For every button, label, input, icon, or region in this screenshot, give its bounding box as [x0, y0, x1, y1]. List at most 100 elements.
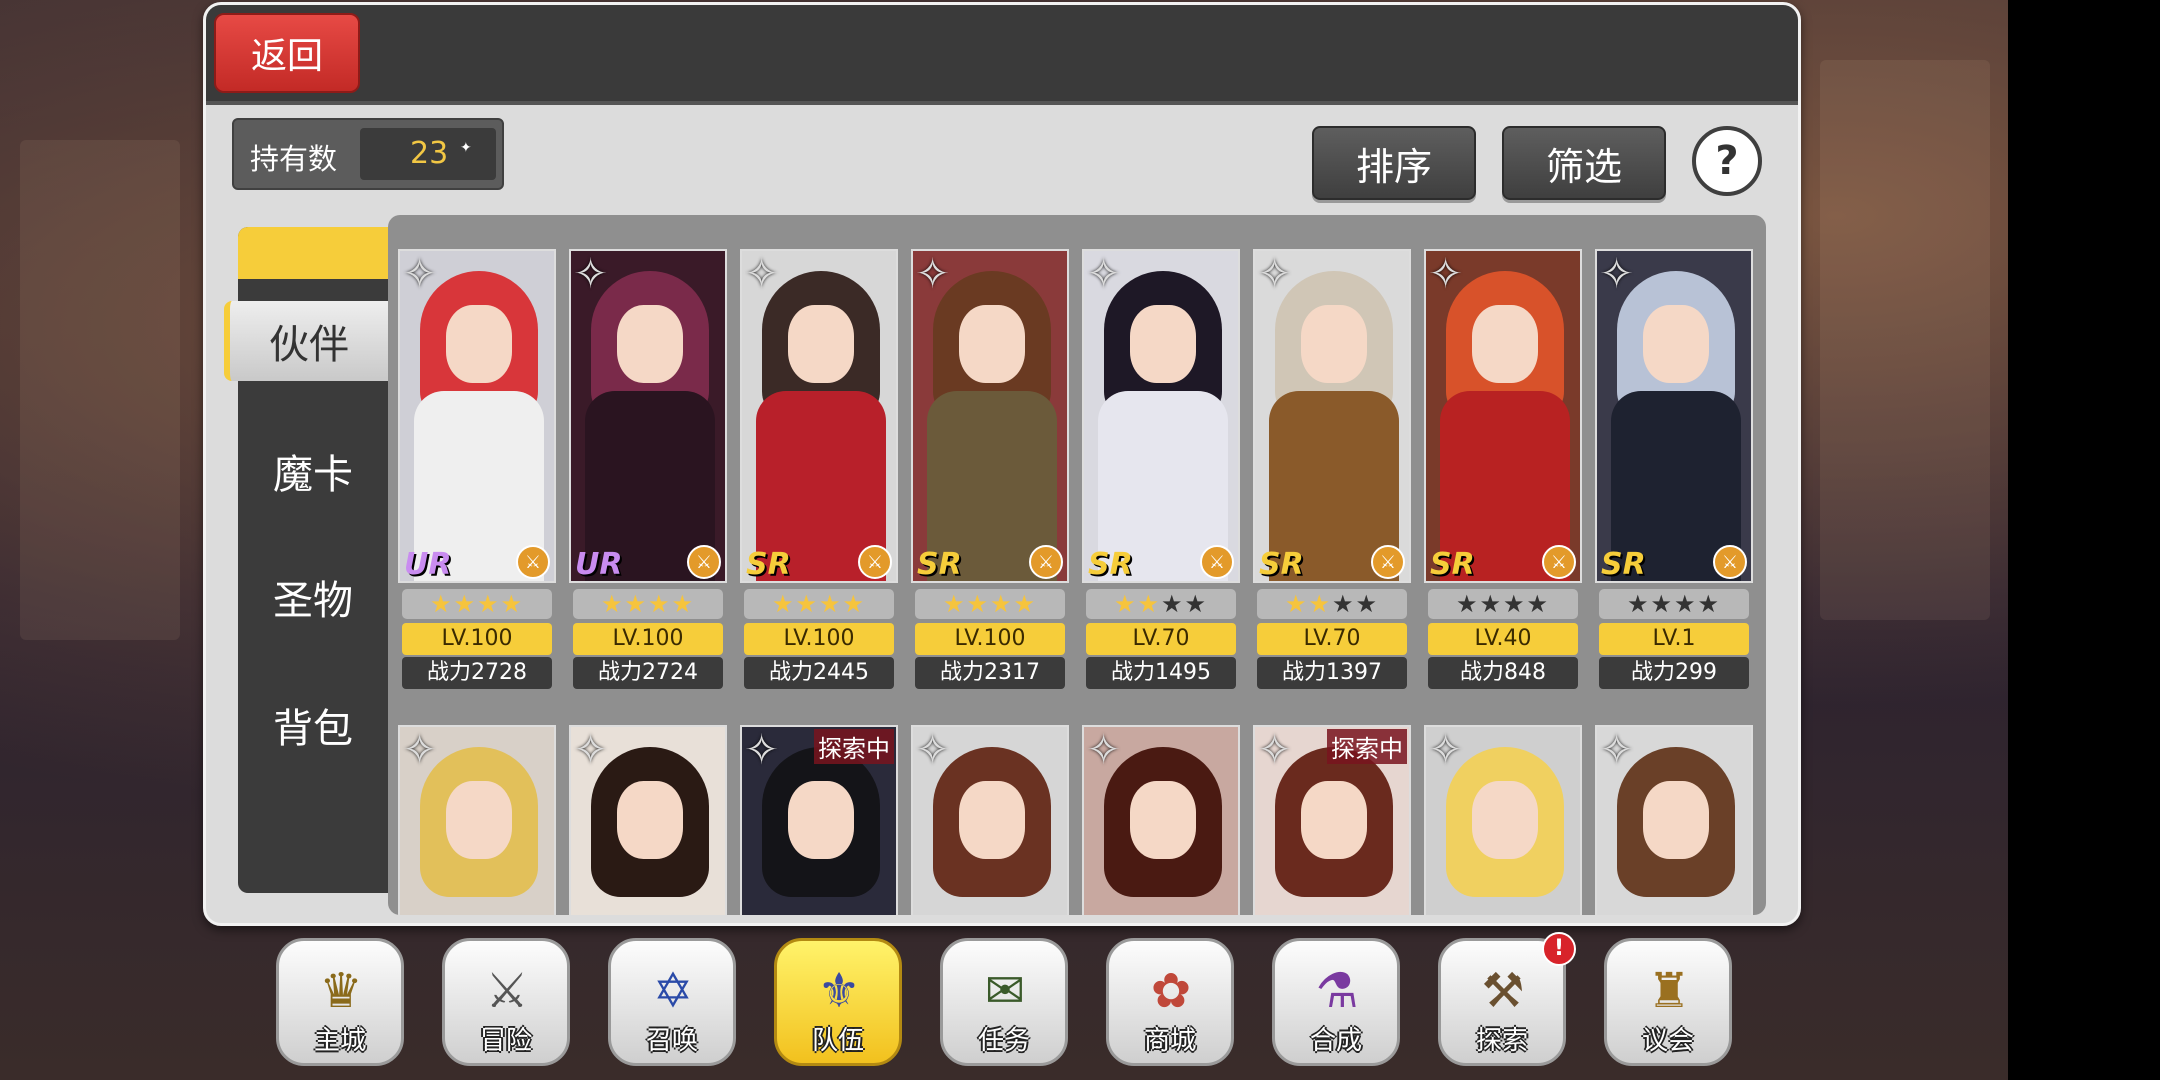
- exploring-badge: 探索中: [1327, 729, 1407, 764]
- class-icon: ⚔: [687, 545, 721, 579]
- character-power: 战力2445: [744, 657, 894, 689]
- nav-crown[interactable]: ♛ 主城: [276, 938, 404, 1066]
- shop-tree-icon: ✿: [1150, 963, 1192, 1019]
- nav-quest-book[interactable]: ✉ 任务: [940, 938, 1068, 1066]
- character-face: [1130, 781, 1196, 859]
- star-filled-icon: ★: [1013, 590, 1038, 618]
- character-portrait: ✧: [398, 725, 556, 915]
- character-portrait: ✧ SR ⚔: [1253, 249, 1411, 583]
- background-shelf: [1820, 60, 1990, 620]
- nav-label: 议会: [1641, 1026, 1694, 1056]
- character-face: [1301, 305, 1367, 383]
- star-filled-icon: ★: [1113, 590, 1138, 618]
- rarity-label: SR: [1430, 547, 1475, 582]
- back-button[interactable]: 返回: [214, 13, 360, 93]
- star-rating: ★★★★: [402, 589, 552, 619]
- character-portrait: ✧: [1082, 725, 1240, 915]
- nav-summon-card[interactable]: ✡ 召唤: [608, 938, 736, 1066]
- character-level: LV.100: [573, 623, 723, 655]
- character-portrait: ✧ SR ⚔: [740, 249, 898, 583]
- star-filled-icon: ★: [1308, 590, 1332, 618]
- element-icon: ✧: [1086, 725, 1122, 774]
- crown-icon: ♛: [319, 963, 363, 1019]
- nav-label: 合成: [1309, 1026, 1362, 1056]
- element-icon: ✧: [1599, 249, 1635, 298]
- star-empty-icon: ★: [1161, 590, 1185, 618]
- character-portrait: ✧ 探索中: [740, 725, 898, 915]
- star-rating: ★★★★: [1599, 589, 1749, 619]
- star-filled-icon: ★: [500, 590, 525, 618]
- star-rating: ★★★★: [1086, 589, 1236, 619]
- sidebar-item-backpack[interactable]: 背包: [238, 685, 388, 765]
- character-face: [1301, 781, 1367, 859]
- star-rating: ★★★★: [915, 589, 1065, 619]
- element-icon: ✧: [1428, 725, 1464, 774]
- sidebar-item-partners[interactable]: 伙伴: [224, 301, 388, 381]
- sort-button[interactable]: 排序: [1312, 126, 1476, 200]
- nav-crossed-swords[interactable]: ⚔ 冒险: [442, 938, 570, 1066]
- star-empty-icon: ★: [1697, 590, 1722, 618]
- character-face: [1130, 305, 1196, 383]
- character-power: 战力2724: [573, 657, 723, 689]
- star-empty-icon: ★: [1650, 590, 1674, 618]
- owned-count-value: 23: [410, 136, 449, 171]
- star-rating: ★★★★: [1257, 589, 1407, 619]
- star-empty-icon: ★: [1332, 590, 1356, 618]
- class-icon: ⚔: [858, 545, 892, 579]
- character-portrait: ✧: [569, 725, 727, 915]
- nav-label: 队伍: [811, 1026, 864, 1056]
- star-empty-icon: ★: [1626, 590, 1651, 618]
- rarity-label: SR: [917, 547, 962, 582]
- character-face: [1643, 305, 1709, 383]
- element-icon: ✧: [402, 725, 438, 774]
- star-filled-icon: ★: [819, 590, 843, 618]
- owned-count-value-box: 23 ✦: [360, 128, 496, 180]
- summon-card-icon: ✡: [652, 963, 694, 1019]
- character-power: 战力2317: [915, 657, 1065, 689]
- class-icon: ⚔: [1029, 545, 1063, 579]
- potion-flask-icon: ⚗: [1315, 963, 1359, 1019]
- character-face: [1643, 781, 1709, 859]
- character-portrait: ✧ SR ⚔: [911, 249, 1069, 583]
- star-filled-icon: ★: [453, 590, 477, 618]
- notification-badge: !: [1542, 932, 1576, 966]
- star-empty-icon: ★: [1674, 590, 1698, 618]
- character-portrait: ✧ UR ⚔: [569, 249, 727, 583]
- nav-council-crest[interactable]: ♜ 议会: [1604, 938, 1732, 1066]
- rarity-label: SR: [1088, 547, 1133, 582]
- star-empty-icon: ★: [1455, 590, 1480, 618]
- character-portrait: ✧: [1595, 725, 1753, 915]
- character-power: 战力1397: [1257, 657, 1407, 689]
- nav-potion-flask[interactable]: ⚗ 合成: [1272, 938, 1400, 1066]
- character-face: [959, 781, 1025, 859]
- help-button[interactable]: ?: [1692, 126, 1762, 196]
- character-level: LV.1: [1599, 623, 1749, 655]
- nav-shop-tree[interactable]: ✿ 商城: [1106, 938, 1234, 1066]
- element-icon: ✧: [1428, 249, 1464, 298]
- sidebar-item-relics[interactable]: 圣物: [238, 557, 388, 637]
- background-shelf: [20, 140, 180, 640]
- rarity-label: SR: [1601, 547, 1646, 582]
- star-empty-icon: ★: [1184, 590, 1209, 618]
- partner-panel: 返回 持有数 23 ✦ 排序 筛选 ? 伙伴 魔卡 圣物 背包 ✧ UR ⚔ ★★★★…: [203, 2, 1801, 926]
- rarity-label: SR: [1259, 547, 1304, 582]
- character-power: 战力2728: [402, 657, 552, 689]
- filter-button[interactable]: 筛选: [1502, 126, 1666, 200]
- sidebar-item-magic-cards[interactable]: 魔卡: [238, 431, 388, 511]
- element-icon: ✧: [402, 249, 438, 298]
- nav-label: 主城: [313, 1026, 366, 1056]
- star-filled-icon: ★: [429, 590, 454, 618]
- star-rating: ★★★★: [1428, 589, 1578, 619]
- rarity-label: UR: [404, 547, 452, 582]
- character-grid: ✧ UR ⚔ ★★★★ LV.100 战力2728 ✧ UR ⚔ ★★★★ LV.100 战力2724…: [388, 215, 1766, 915]
- star-filled-icon: ★: [966, 590, 990, 618]
- expand-dot-icon: ✦: [460, 140, 472, 156]
- star-empty-icon: ★: [1526, 590, 1551, 618]
- character-face: [1472, 781, 1538, 859]
- owned-count-box: 持有数 23 ✦: [232, 118, 504, 190]
- element-icon: ✧: [1257, 249, 1293, 298]
- sidebar-top-accent: [238, 227, 388, 279]
- star-filled-icon: ★: [600, 590, 625, 618]
- nav-winged-emblem[interactable]: ⚜ 队伍: [774, 938, 902, 1066]
- character-power: 战力1495: [1086, 657, 1236, 689]
